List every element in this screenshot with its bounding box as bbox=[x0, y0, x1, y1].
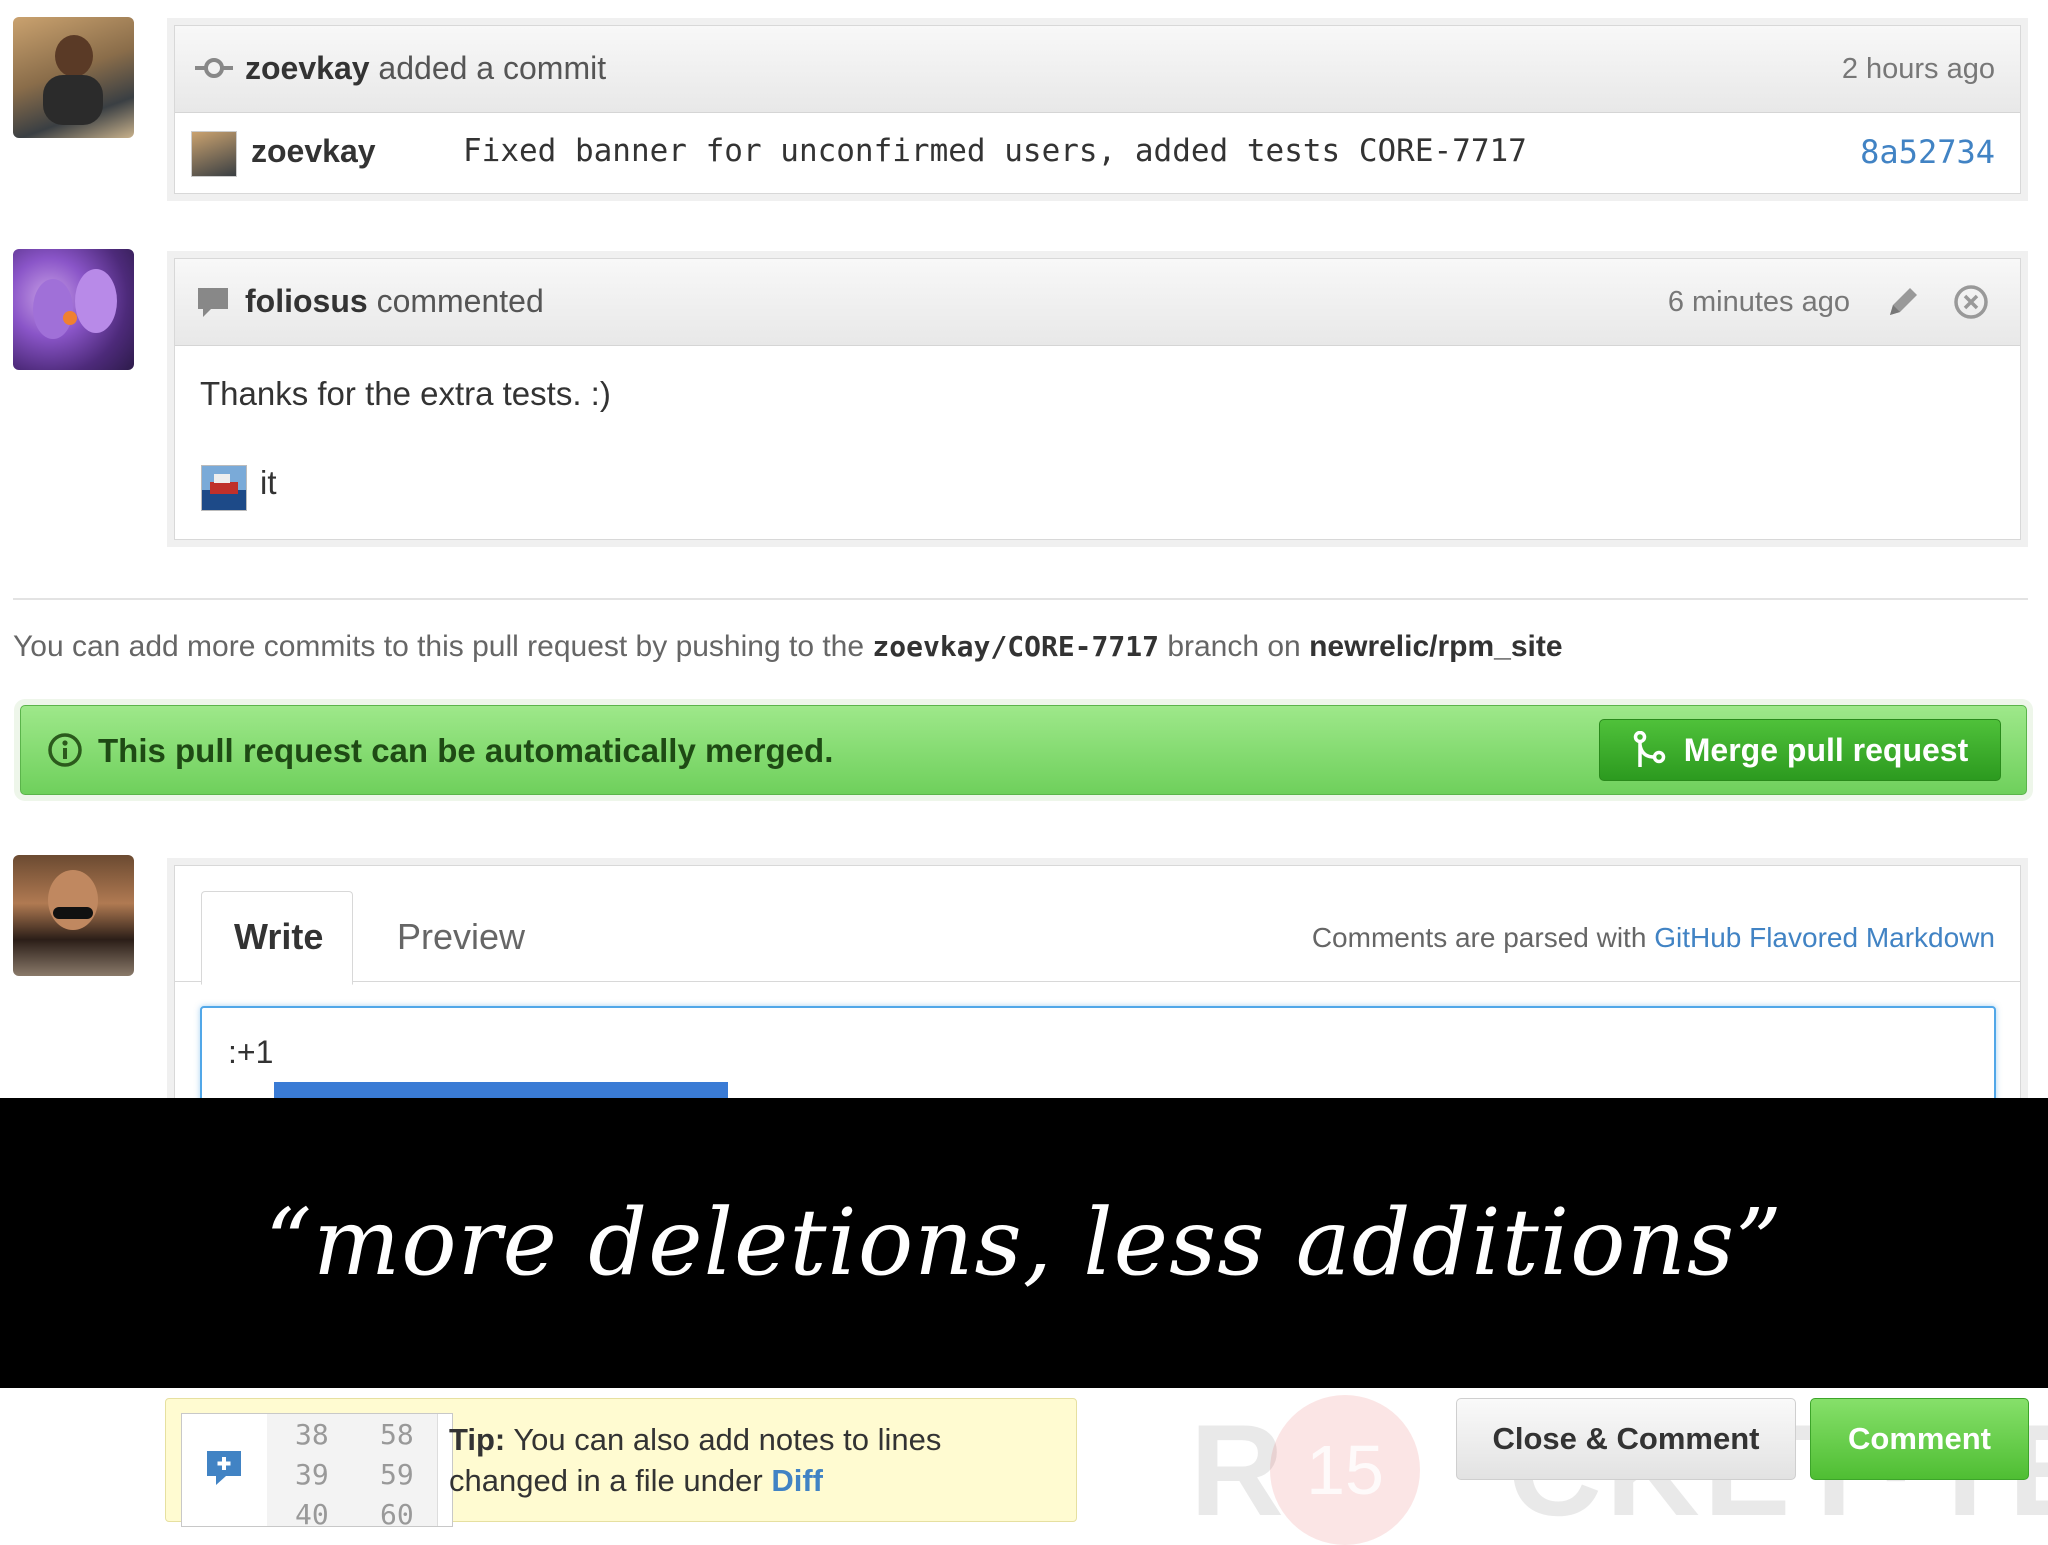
comment-title: foliosus commented bbox=[245, 283, 544, 320]
markdown-link[interactable]: GitHub Flavored Markdown bbox=[1654, 922, 1995, 953]
avatar-zoevkay[interactable] bbox=[13, 17, 134, 138]
markdown-hint-prefix: Comments are parsed with bbox=[1311, 922, 1647, 953]
new-line-2: 59 bbox=[380, 1458, 414, 1491]
commit-row: zoevkay Fixed banner for unconfirmed use… bbox=[175, 113, 2020, 193]
new-line-3: 60 bbox=[380, 1498, 414, 1527]
comment-button[interactable]: Comment bbox=[1810, 1398, 2029, 1480]
merge-icon bbox=[1633, 731, 1665, 767]
diff-thumbnail: 38 39 40 58 59 60 bbox=[181, 1413, 453, 1527]
push-note-prefix: You can add more commits to this pull re… bbox=[13, 630, 865, 663]
commit-author-avatar[interactable] bbox=[191, 131, 237, 177]
avatar-figure bbox=[55, 35, 93, 77]
tip-line-1: You can also add notes to lines bbox=[513, 1422, 942, 1457]
avatar-mustache bbox=[53, 907, 93, 919]
push-note-branch: zoevkay/CORE-7717 bbox=[872, 630, 1159, 663]
pencil-icon[interactable] bbox=[1884, 283, 1922, 321]
tab-write[interactable]: Write bbox=[201, 891, 353, 985]
commit-event-title: zoevkay added a commit bbox=[245, 50, 606, 87]
avatar-flower-center bbox=[63, 311, 77, 325]
add-comment-icon bbox=[207, 1451, 241, 1485]
avatar-flower-2 bbox=[75, 269, 117, 333]
comment-user[interactable]: foliosus bbox=[245, 283, 368, 319]
commit-author[interactable]: zoevkay bbox=[251, 133, 376, 170]
old-line-1: 38 bbox=[295, 1418, 329, 1451]
tip-line-2: changed in a file under bbox=[449, 1463, 763, 1498]
avatar-flower-1 bbox=[33, 279, 73, 339]
comment-body: Thanks for the extra tests. :) bbox=[200, 375, 611, 412]
watermark-logo: 15 bbox=[1270, 1395, 1420, 1545]
quote-banner: “more deletions, less additions” bbox=[0, 1098, 2048, 1388]
avatar-face bbox=[48, 870, 98, 930]
new-line-1: 58 bbox=[380, 1418, 414, 1451]
tip-box: 38 39 40 58 59 60 Tip: You can also add … bbox=[165, 1398, 1077, 1527]
tip-label: Tip: bbox=[449, 1422, 506, 1457]
tab-preview[interactable]: Preview bbox=[397, 916, 525, 958]
close-and-comment-button[interactable]: Close & Comment bbox=[1456, 1398, 1796, 1480]
commit-event-header: zoevkay added a commit 2 hours ago bbox=[175, 26, 2020, 113]
speech-bubble-icon bbox=[198, 288, 228, 317]
merge-button-label: Merge pull request bbox=[1683, 731, 1969, 768]
merge-status-text: This pull request can be automatically m… bbox=[98, 732, 834, 769]
commit-icon bbox=[195, 58, 233, 78]
old-line-2: 39 bbox=[295, 1458, 329, 1491]
comment-time[interactable]: 6 minutes ago bbox=[1668, 286, 1850, 319]
push-note-repo[interactable]: newrelic/rpm_site bbox=[1309, 630, 1562, 663]
push-note: You can add more commits to this pull re… bbox=[13, 630, 1563, 664]
merge-status-bar: This pull request can be automatically m… bbox=[20, 705, 2027, 795]
diff-link[interactable]: Diff bbox=[771, 1463, 823, 1498]
commit-sha-link[interactable]: 8a52734 bbox=[1860, 133, 1995, 171]
merge-pull-request-button[interactable]: Merge pull request bbox=[1599, 719, 2001, 781]
timeline-divider bbox=[13, 598, 2028, 600]
commit-event-user[interactable]: zoevkay bbox=[245, 50, 370, 86]
commit-message[interactable]: Fixed banner for unconfirmed users, adde… bbox=[463, 133, 1527, 169]
commit-event-box: zoevkay added a commit 2 hours ago zoevk… bbox=[174, 25, 2021, 194]
comment-event-box: foliosus commented 6 minutes ago Thanks … bbox=[174, 258, 2021, 540]
comment-header: foliosus commented 6 minutes ago bbox=[175, 259, 2020, 346]
emoji-caption: it bbox=[260, 464, 277, 501]
diff-old-line-numbers: 38 39 40 bbox=[267, 1414, 353, 1526]
avatar-figure-body bbox=[43, 75, 103, 125]
info-icon bbox=[48, 733, 82, 767]
commit-event-action: added a commit bbox=[378, 50, 607, 86]
close-circle-icon[interactable] bbox=[1952, 283, 1990, 321]
tip-text: Tip: You can also add notes to lines cha… bbox=[449, 1419, 1069, 1501]
markdown-hint: Comments are parsed with GitHub Flavored… bbox=[1312, 922, 1995, 954]
tab-write-label: Write bbox=[234, 916, 324, 957]
avatar-foliosus[interactable] bbox=[13, 249, 134, 370]
old-line-3: 40 bbox=[295, 1498, 329, 1527]
textarea-value: :+1 bbox=[228, 1034, 274, 1070]
avatar-current-user[interactable] bbox=[13, 855, 134, 976]
comment-action: commented bbox=[376, 283, 544, 319]
add-note-button bbox=[182, 1414, 267, 1526]
commit-event-time[interactable]: 2 hours ago bbox=[1842, 53, 1995, 86]
diff-new-line-numbers: 58 59 60 bbox=[352, 1414, 438, 1526]
ship-emoji-icon bbox=[201, 465, 247, 511]
push-note-middle: branch on bbox=[1167, 630, 1301, 663]
